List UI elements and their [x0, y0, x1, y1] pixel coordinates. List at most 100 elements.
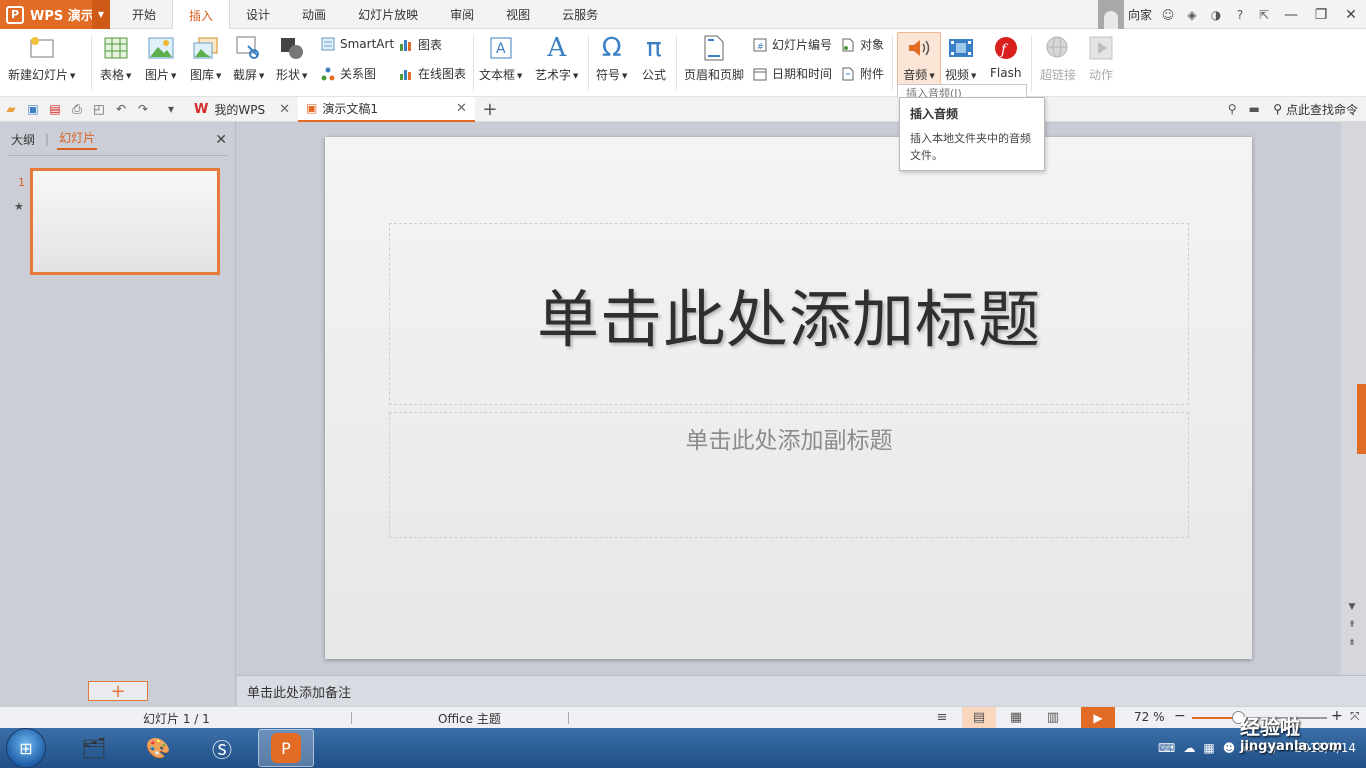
doc-tab-my-wps[interactable]: W 我的WPS ✕	[186, 97, 298, 122]
title-placeholder[interactable]: 单击此处添加标题	[389, 223, 1189, 405]
shape-button[interactable]: 形状 ▼	[276, 29, 307, 83]
tab-review[interactable]: 审阅	[434, 0, 490, 29]
symbol-button[interactable]: Ω 符号 ▼	[596, 29, 627, 83]
panel-divider	[8, 155, 227, 156]
reading-view-icon[interactable]: ▥	[1036, 707, 1070, 728]
gallery-button[interactable]: 图库 ▼	[190, 29, 221, 83]
presentation-file-icon: ▣	[305, 101, 318, 115]
chevron-down-icon[interactable]: ▼	[92, 0, 110, 29]
new-tab-plus-icon[interactable]: +	[479, 99, 501, 120]
paint-icon[interactable]: 🎨	[130, 729, 186, 767]
textbox-button[interactable]: A 文本框 ▼	[479, 29, 522, 83]
normal-view-icon[interactable]: ▤	[962, 707, 996, 728]
menu-bar: P WPS 演示 ▼ 开始 插入 设计 动画 幻灯片放映 审阅 视图 云服务 向…	[0, 0, 1366, 30]
tab-home[interactable]: 开始	[116, 0, 172, 29]
wordart-button[interactable]: A 艺术字 ▼	[535, 29, 578, 83]
hyperlink-button[interactable]: 超链接	[1040, 29, 1076, 83]
new-slide-button[interactable]: 新建幻灯片 ▼	[8, 29, 75, 83]
tab-slideshow[interactable]: 幻灯片放映	[342, 0, 434, 29]
date-time-button[interactable]: 日期和时间	[752, 65, 832, 82]
fit-window-icon[interactable]: ⤧	[1350, 709, 1360, 724]
qq-icon[interactable]: ☻	[1223, 741, 1236, 755]
relation-chart-button[interactable]: 关系图	[320, 65, 376, 82]
object-button[interactable]: 对象	[840, 36, 884, 53]
tab-outline[interactable]: 大纲	[9, 131, 37, 148]
attachment-button[interactable]: 附件	[840, 65, 884, 82]
collapse-ribbon-icon[interactable]: ▬	[1243, 99, 1265, 119]
sogou-input-icon[interactable]: Ⓢ	[194, 729, 250, 767]
slide-thumbnail[interactable]	[30, 168, 220, 275]
play-slideshow-button[interactable]: ▶	[1081, 707, 1115, 728]
slide-sorter-icon[interactable]: ▦	[999, 707, 1033, 728]
doc-tab-presentation[interactable]: ▣ 演示文稿1 ✕	[297, 96, 475, 122]
restore-button[interactable]: ❐	[1306, 7, 1336, 23]
tab-animation[interactable]: 动画	[286, 0, 342, 29]
settings-icon[interactable]: ◈	[1180, 8, 1204, 22]
video-button[interactable]: 视频 ▼	[945, 29, 976, 83]
save-icon[interactable]: ▣	[22, 99, 44, 119]
command-search[interactable]: ⚲ 点此查找命令	[1273, 101, 1358, 118]
header-footer-icon	[700, 35, 728, 61]
open-folder-icon[interactable]: ▰	[0, 99, 22, 119]
print-preview-icon[interactable]: ◰	[88, 99, 110, 119]
video-label: 视频	[945, 68, 970, 82]
chart-button[interactable]: 图表	[398, 36, 442, 53]
keyboard-icon[interactable]: ⌨	[1158, 741, 1175, 755]
color-grid-icon[interactable]: ▦	[1203, 741, 1214, 755]
redo-icon[interactable]: ↷	[132, 99, 154, 119]
app-menu-button[interactable]: P WPS 演示 ▼	[0, 0, 110, 29]
skin-icon[interactable]: ☺	[1156, 8, 1180, 22]
close-icon[interactable]: ✕	[456, 101, 467, 116]
user-name[interactable]: 向家	[1124, 6, 1156, 23]
pin-icon[interactable]: ⚲	[1221, 99, 1243, 119]
next-slide-icon[interactable]: ⇟	[1345, 638, 1359, 648]
zoom-out-icon[interactable]: −	[1174, 708, 1186, 724]
add-slide-button[interactable]: +	[88, 681, 148, 702]
close-button[interactable]: ✕	[1336, 7, 1366, 23]
vertical-scrollbar[interactable]: ▼ ⇞ ⇟	[1341, 122, 1366, 675]
help-icon[interactable]: ?	[1228, 8, 1252, 22]
screenshot-button[interactable]: 截屏 ▼	[233, 29, 264, 83]
start-button[interactable]: ⊞	[6, 728, 46, 768]
gallery-icon	[192, 35, 220, 61]
subtitle-placeholder[interactable]: 单击此处添加副标题	[389, 412, 1189, 538]
scroll-handle[interactable]	[1357, 384, 1366, 454]
notes-pane[interactable]: 单击此处添加备注	[237, 675, 1366, 706]
tab-cloud[interactable]: 云服务	[546, 0, 614, 29]
close-icon[interactable]: ✕	[279, 102, 290, 117]
picture-button[interactable]: 图片 ▼	[145, 29, 176, 83]
previous-slide-icon[interactable]: ⇞	[1345, 620, 1359, 630]
zoom-level[interactable]: 72 %	[1134, 710, 1165, 724]
close-icon[interactable]: ✕	[215, 132, 227, 148]
shape-label: 形状	[276, 68, 301, 82]
action-button[interactable]: 动作	[1087, 29, 1115, 83]
notes-toggle-icon[interactable]: ≡	[925, 707, 959, 728]
minimize-button[interactable]: —	[1276, 7, 1306, 23]
header-footer-button[interactable]: 页眉和页脚	[684, 29, 744, 83]
print-icon[interactable]: ⎙	[66, 99, 88, 119]
wps-presentation-taskbar-icon[interactable]: P	[258, 729, 314, 767]
table-button[interactable]: 表格 ▼	[100, 29, 131, 83]
file-explorer-icon[interactable]: 🗂	[66, 729, 122, 767]
cloud-icon[interactable]: ◑	[1204, 8, 1228, 22]
formula-button[interactable]: π 公式	[640, 29, 668, 83]
tab-design[interactable]: 设计	[230, 0, 286, 29]
tab-view[interactable]: 视图	[490, 0, 546, 29]
fullscreen-icon[interactable]: ⇱	[1252, 8, 1276, 22]
tab-insert[interactable]: 插入	[172, 0, 231, 30]
export-pdf-icon[interactable]: ▤	[44, 99, 66, 119]
avatar[interactable]	[1097, 0, 1124, 29]
scroll-down-icon[interactable]: ▼	[1345, 602, 1359, 612]
undo-icon[interactable]: ↶	[110, 99, 132, 119]
slide-number-button[interactable]: # 幻灯片编号	[752, 36, 832, 53]
smartart-button[interactable]: SmartArt	[320, 36, 394, 52]
slide-canvas[interactable]: 单击此处添加标题 单击此处添加副标题	[325, 137, 1252, 659]
cloud-sync-icon[interactable]: ☁	[1183, 741, 1195, 755]
pi-icon: π	[646, 33, 662, 63]
tab-slides[interactable]: 幻灯片	[57, 129, 98, 150]
flash-button[interactable]: f Flash	[990, 29, 1021, 80]
audio-button[interactable]: 音频 ▼	[897, 32, 941, 85]
customize-chevron-down-icon[interactable]: ▾	[160, 99, 182, 119]
online-chart-button[interactable]: 在线图表	[398, 65, 466, 82]
smartart-label: SmartArt	[340, 37, 395, 51]
